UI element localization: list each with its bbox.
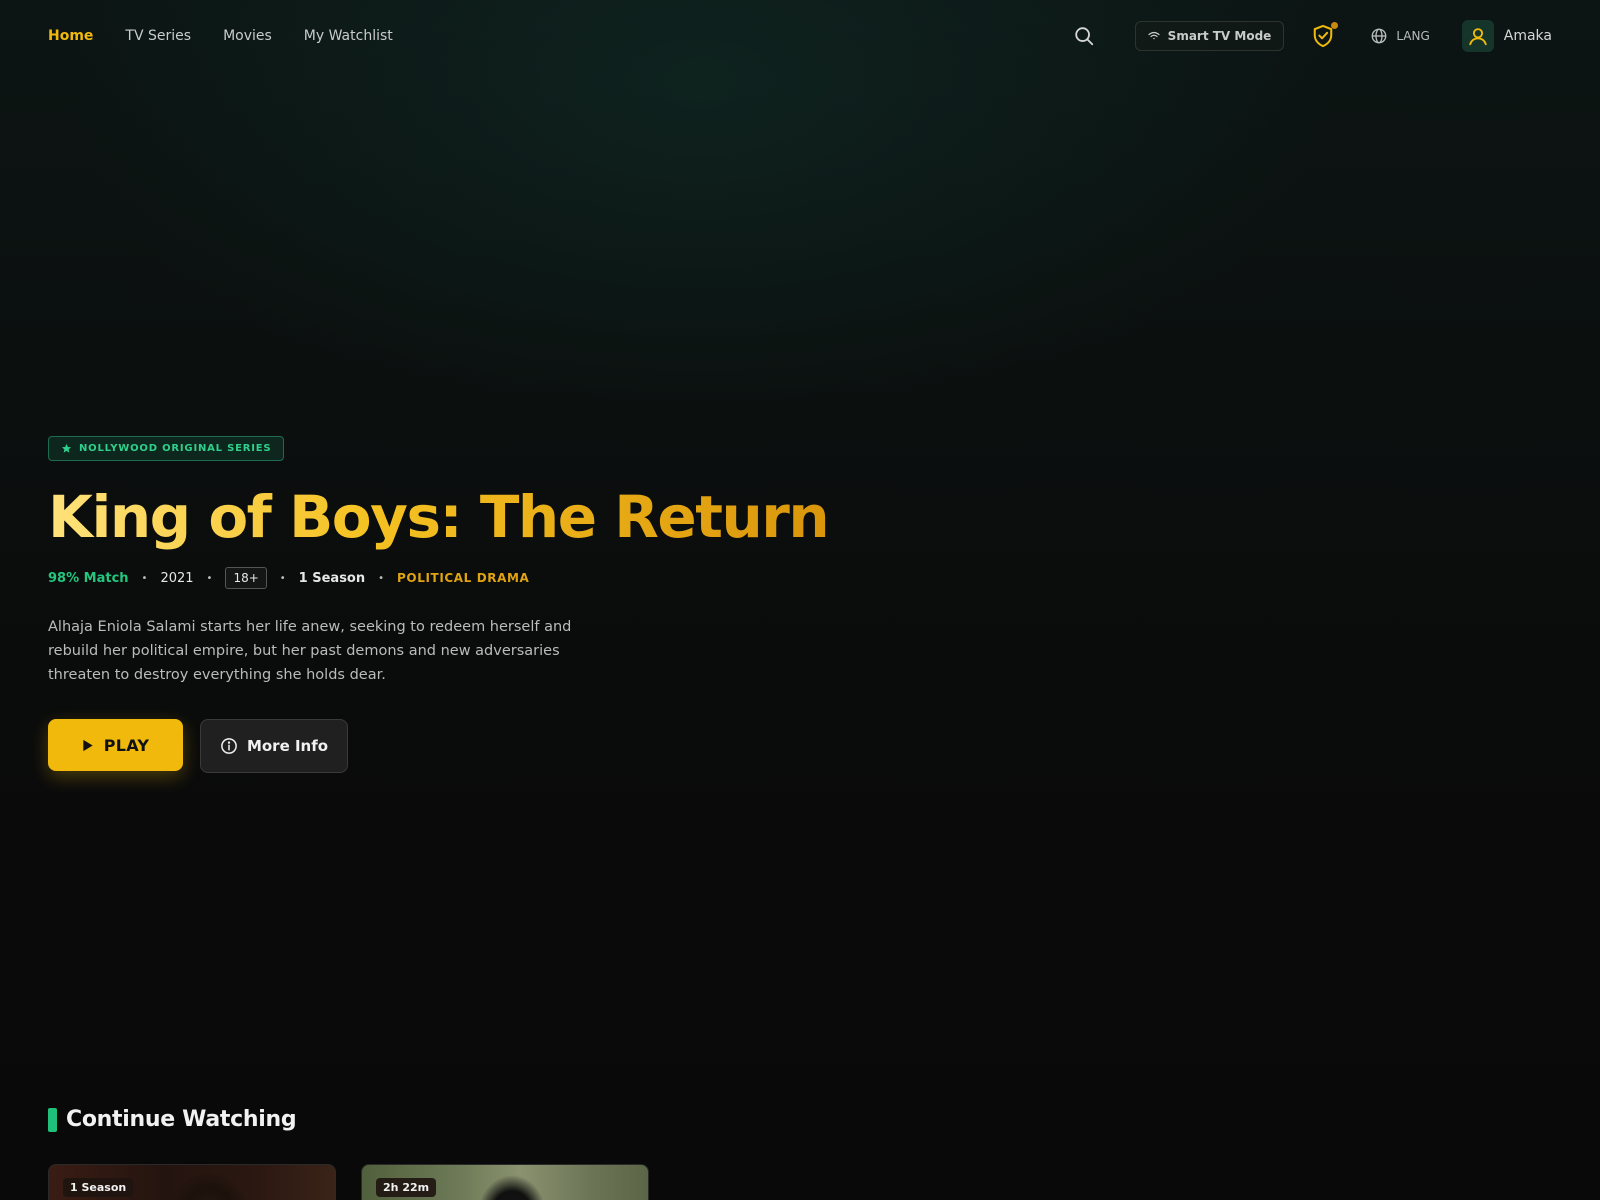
hero-section: NOLLYWOOD ORIGINAL SERIES King of Boys: …: [48, 436, 848, 773]
smart-tv-mode-button[interactable]: Smart TV Mode: [1134, 21, 1285, 51]
more-info-button-label: More Info: [246, 737, 329, 755]
language-button[interactable]: LANG: [1370, 27, 1430, 45]
nav-item-my-watchlist[interactable]: My Watchlist: [304, 28, 393, 44]
avatar: [1461, 20, 1494, 52]
user-profile-menu[interactable]: Amaka: [1461, 20, 1552, 52]
smart-tv-mode-label: Smart TV Mode: [1167, 29, 1272, 43]
notification-dot: [1331, 22, 1339, 29]
separator-dot: •: [141, 572, 148, 584]
main-nav: Home TV Series Movies My Watchlist: [48, 28, 393, 44]
separator-dot: •: [279, 572, 286, 584]
top-navigation-bar: Home TV Series Movies My Watchlist Smart…: [0, 0, 1600, 72]
continue-watching-card[interactable]: 1 Season: [48, 1164, 336, 1200]
more-info-button[interactable]: More Info: [200, 719, 348, 773]
page: Home TV Series Movies My Watchlist Smart…: [0, 0, 1600, 1200]
match-score: 98% Match: [48, 570, 129, 586]
play-icon: [83, 739, 93, 751]
info-icon: [221, 738, 237, 754]
age-rating-badge: 18+: [225, 567, 267, 589]
separator-dot: •: [206, 572, 213, 584]
badge-label: NOLLYWOOD ORIGINAL SERIES: [79, 443, 272, 454]
card-duration-tag: 2h 22m: [376, 1178, 437, 1197]
card-duration-tag: 1 Season: [63, 1178, 134, 1197]
season-count: 1 Season: [298, 570, 366, 586]
genre-label: POLITICAL DRAMA: [397, 571, 530, 585]
user-name: Amaka: [1503, 28, 1552, 44]
play-button-label: PLAY: [103, 735, 150, 755]
release-year: 2021: [160, 570, 194, 586]
globe-icon: [1371, 28, 1387, 44]
nav-item-tv-series[interactable]: TV Series: [125, 28, 191, 44]
search-button[interactable]: [1071, 23, 1097, 49]
original-series-badge: NOLLYWOOD ORIGINAL SERIES: [48, 436, 285, 461]
separator-dot: •: [378, 572, 385, 584]
continue-watching-header: Continue Watching: [48, 1107, 297, 1132]
continue-watching-title: Continue Watching: [66, 1107, 297, 1132]
nav-item-home[interactable]: Home: [48, 28, 93, 44]
parental-controls-button[interactable]: [1312, 22, 1339, 48]
title-metadata: 98% Match • 2021 • 18+ • 1 Season • POLI…: [48, 567, 848, 589]
continue-watching-row: 1 Season 2h 22m: [48, 1164, 649, 1200]
continue-watching-card[interactable]: 2h 22m: [361, 1164, 649, 1200]
star-icon: [61, 443, 72, 453]
header-actions: Smart TV Mode LANG Amaka: [1071, 20, 1552, 52]
hero-actions: PLAY More Info: [48, 719, 848, 773]
search-icon: [1074, 27, 1093, 46]
section-accent-bar: [48, 1107, 57, 1132]
play-button[interactable]: PLAY: [48, 719, 183, 771]
wifi-icon: [1148, 31, 1160, 40]
nav-item-movies[interactable]: Movies: [223, 28, 272, 44]
hero-description: Alhaja Eniola Salami starts her life ane…: [48, 619, 572, 683]
hero-title: King of Boys: The Return: [48, 481, 848, 553]
language-label: LANG: [1396, 29, 1430, 43]
user-icon: [1469, 28, 1487, 46]
